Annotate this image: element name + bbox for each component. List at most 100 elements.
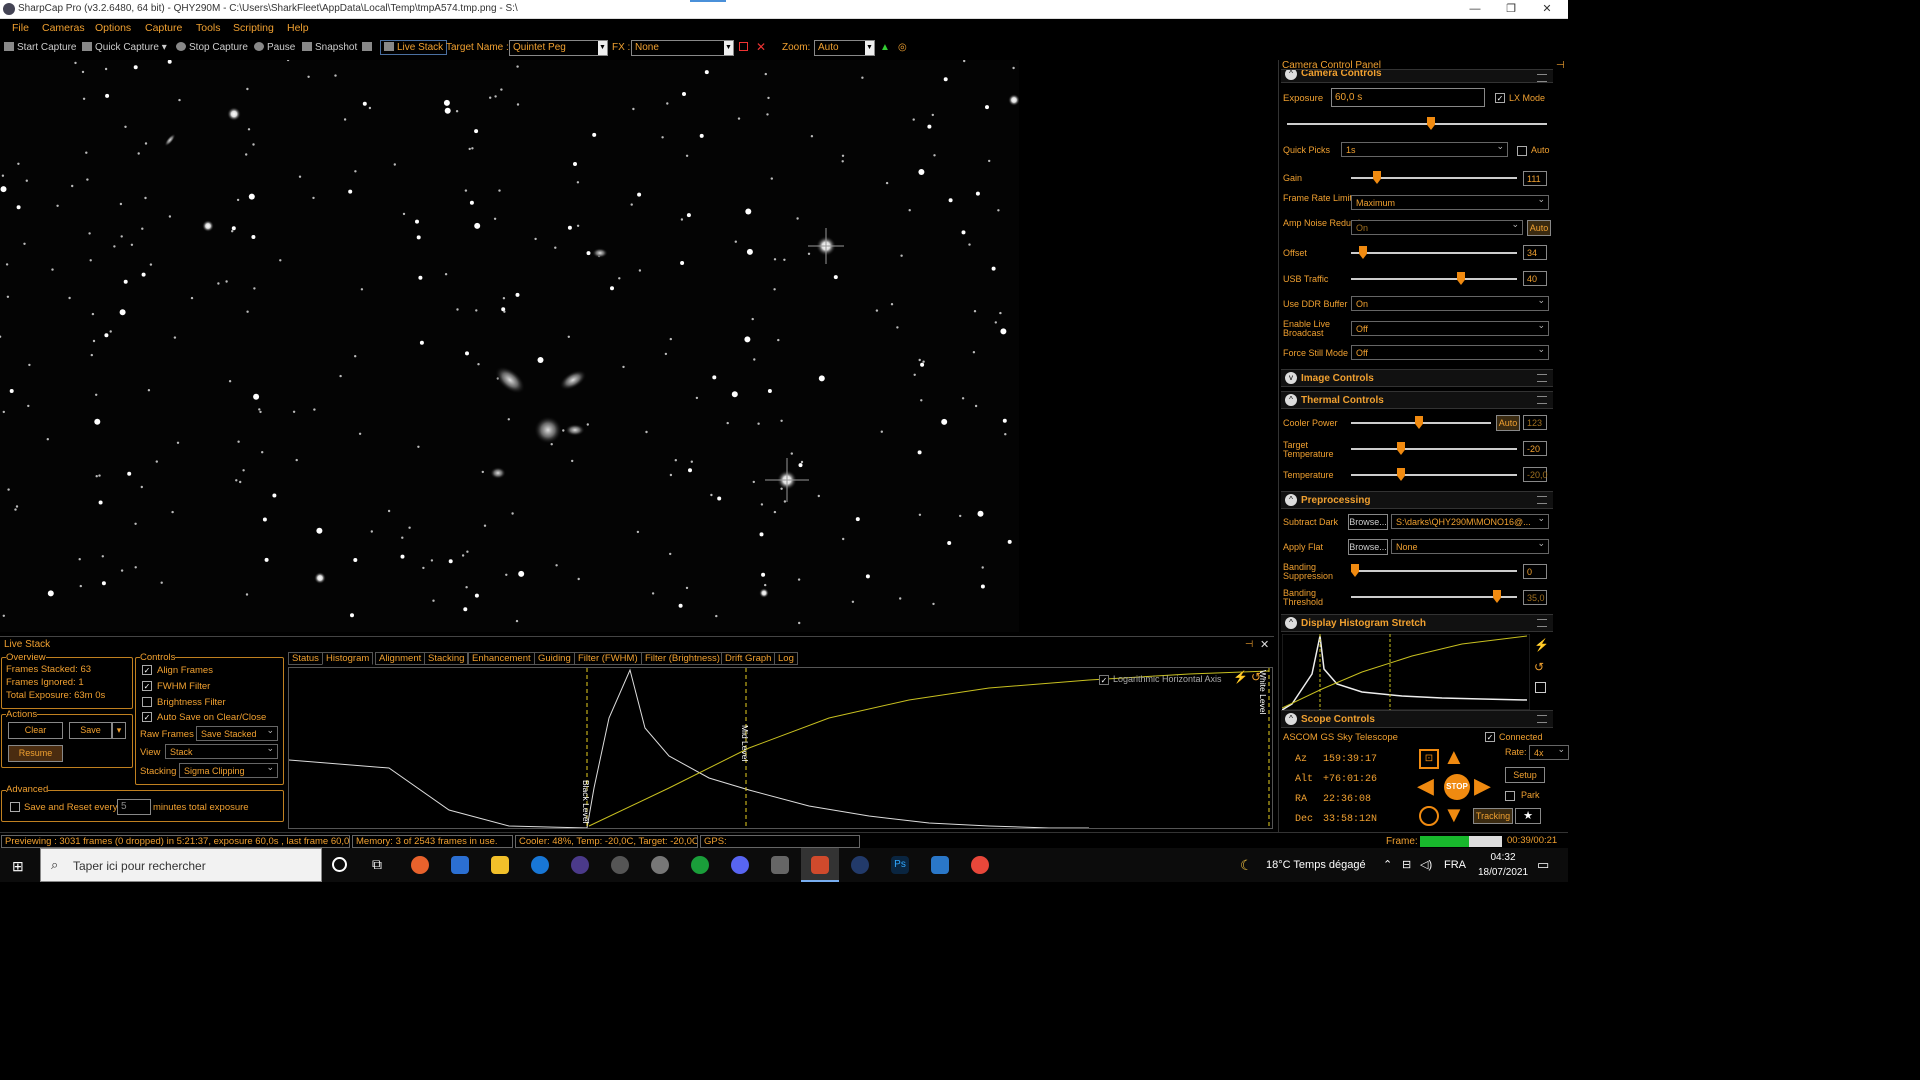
offset-slider-thumb[interactable] [1359, 246, 1367, 259]
park-checkbox[interactable] [1505, 791, 1515, 801]
arrow-down-icon[interactable]: ▼ [1443, 804, 1465, 826]
fx-select[interactable]: None ▼ [631, 40, 734, 56]
gain-value[interactable]: 111 [1523, 171, 1547, 186]
menu-help[interactable]: Help [287, 22, 309, 34]
save-button[interactable]: Save [69, 722, 112, 739]
task-view-icon[interactable]: ⧉ [372, 856, 382, 873]
dark-file-select[interactable]: S:\darks\QHY290M\MONO16@... [1391, 514, 1549, 529]
restore-icon[interactable]: ❐ [1494, 0, 1528, 19]
firefox-icon[interactable] [411, 856, 429, 874]
tab-filter-fwhm[interactable]: Filter (FWHM) [574, 652, 642, 665]
tab-enhancement[interactable]: Enhancement [468, 652, 535, 665]
fwhm-filter-checkbox[interactable]: ✓ [142, 681, 152, 691]
banding-threshold-thumb[interactable] [1493, 590, 1501, 603]
rate-select[interactable]: 4x [1529, 745, 1569, 760]
minutes-input[interactable]: 5 [117, 799, 151, 815]
file-explorer-icon[interactable] [491, 856, 509, 874]
auto-stretch-icon[interactable]: ⚡ [1534, 638, 1549, 652]
exposure-slider[interactable] [1287, 117, 1547, 130]
stack-histogram-area[interactable]: ✓ Logarithmic Horizontal Axis ⚡ ↺ Black … [288, 667, 1273, 829]
auto-save-checkbox[interactable]: ✓ [142, 712, 152, 722]
target-temp-slider-thumb[interactable] [1397, 442, 1405, 455]
scope-controls-header[interactable]: ^ Scope Controls [1281, 710, 1553, 728]
amp-noise-auto-button[interactable]: Auto [1527, 220, 1551, 236]
flat-browse-button[interactable]: Browse... [1348, 539, 1388, 555]
fx-clear-icon[interactable]: ✕ [756, 40, 766, 54]
discord-icon[interactable] [731, 856, 749, 874]
lx-mode-checkbox[interactable]: ✓ [1495, 93, 1505, 103]
photos-icon[interactable] [931, 856, 949, 874]
banding-suppression-value[interactable]: 0 [1523, 564, 1547, 579]
sharpcap-taskbar-button[interactable] [801, 848, 839, 882]
usb-traffic-value[interactable]: 40 [1523, 271, 1547, 286]
align-frames-checkbox[interactable]: ✓ [142, 665, 152, 675]
exposure-input[interactable]: 60,0 s [1331, 88, 1485, 107]
weather-text[interactable]: 18°C Temps dégagé [1266, 859, 1366, 871]
auto-stretch-icon[interactable]: ⚡ [1233, 670, 1248, 684]
language-indicator[interactable]: FRA [1444, 859, 1466, 871]
offset-slider[interactable] [1351, 246, 1517, 259]
cooler-power-value[interactable]: 123 [1523, 415, 1547, 430]
image-viewer[interactable] [0, 60, 1019, 632]
cooler-power-slider[interactable] [1351, 416, 1491, 429]
banding-threshold-slider[interactable] [1351, 590, 1517, 603]
target-name-input[interactable]: Quintet Peg ▼ [509, 40, 608, 56]
menu-icon[interactable] [1537, 715, 1547, 723]
clock-time[interactable]: 04:32 [1480, 852, 1526, 863]
connected-checkbox[interactable]: ✓ [1485, 732, 1495, 742]
settings-icon[interactable] [362, 42, 375, 53]
close-icon[interactable]: ✕ [1260, 638, 1269, 651]
chrome-icon[interactable] [971, 856, 989, 874]
exposure-slider-thumb[interactable] [1427, 117, 1435, 130]
setup-button[interactable]: Setup [1505, 767, 1545, 783]
teamviewer-icon[interactable] [531, 856, 549, 874]
reset-icon[interactable]: ↺ [1534, 660, 1544, 674]
phd-guiding-icon[interactable] [691, 856, 709, 874]
live-broadcast-select[interactable]: Off [1351, 321, 1549, 336]
quick-picks-auto-checkbox[interactable] [1517, 146, 1527, 156]
start-capture-button[interactable]: Start Capture [4, 42, 76, 53]
menu-icon[interactable] [1537, 74, 1547, 82]
tab-drift-graph[interactable]: Drift Graph [721, 652, 776, 665]
flat-file-select[interactable]: None [1391, 539, 1549, 554]
zoom-select[interactable]: Auto ▼ [814, 40, 875, 56]
close-icon[interactable]: ✕ [1530, 0, 1564, 19]
pin-icon[interactable]: ⊣ [1556, 60, 1565, 71]
frame-rate-select[interactable]: Maximum [1351, 195, 1549, 210]
preprocessing-header[interactable]: ^ Preprocessing [1281, 491, 1553, 509]
network-icon[interactable]: ⊟ [1402, 858, 1411, 871]
volume-icon[interactable]: ◁) [1420, 858, 1432, 871]
stop-capture-button[interactable]: Stop Capture [176, 42, 248, 53]
cortana-icon[interactable] [332, 857, 347, 872]
minimize-icon[interactable]: — [1458, 0, 1492, 19]
usb-traffic-slider-thumb[interactable] [1457, 272, 1465, 285]
tab-status[interactable]: Status [288, 652, 323, 665]
gain-slider-thumb[interactable] [1373, 171, 1381, 184]
clear-button[interactable]: Clear [8, 722, 63, 739]
arrow-right-icon[interactable]: ▶ [1474, 775, 1491, 797]
tab-guiding[interactable]: Guiding [534, 652, 575, 665]
pin-icon[interactable]: ⊣ [1245, 639, 1253, 650]
camera-controls-header[interactable]: ^ Camera Controls [1281, 69, 1553, 83]
mail-icon[interactable] [451, 856, 469, 874]
save-icon[interactable] [1535, 682, 1546, 693]
save-dropdown-icon[interactable]: ▾ [112, 722, 126, 739]
thermal-controls-header[interactable]: ^ Thermal Controls [1281, 391, 1553, 409]
force-still-select[interactable]: Off [1351, 345, 1549, 360]
save-reset-checkbox[interactable] [10, 802, 20, 812]
menu-cameras[interactable]: Cameras [42, 22, 85, 34]
gain-slider[interactable] [1351, 171, 1517, 184]
search-box[interactable]: ⌕ Taper ici pour rechercher [40, 848, 322, 882]
histogram-toggle-icon[interactable]: ▲ [880, 42, 890, 53]
windows-start-icon[interactable]: ⊞ [12, 858, 24, 875]
cooler-auto-button[interactable]: Auto [1496, 415, 1520, 431]
menu-icon[interactable] [1537, 619, 1547, 627]
view-select[interactable]: Stack [165, 744, 278, 759]
stellarium-icon[interactable] [571, 856, 589, 874]
banding-threshold-value[interactable]: 35,0 [1523, 590, 1547, 605]
menu-capture[interactable]: Capture [145, 22, 182, 34]
stacking-select[interactable]: Sigma Clipping [179, 763, 278, 778]
image-controls-header[interactable]: v Image Controls [1281, 369, 1553, 387]
tab-alignment[interactable]: Alignment [375, 652, 426, 665]
live-stack-button[interactable]: Live Stack [380, 40, 448, 55]
